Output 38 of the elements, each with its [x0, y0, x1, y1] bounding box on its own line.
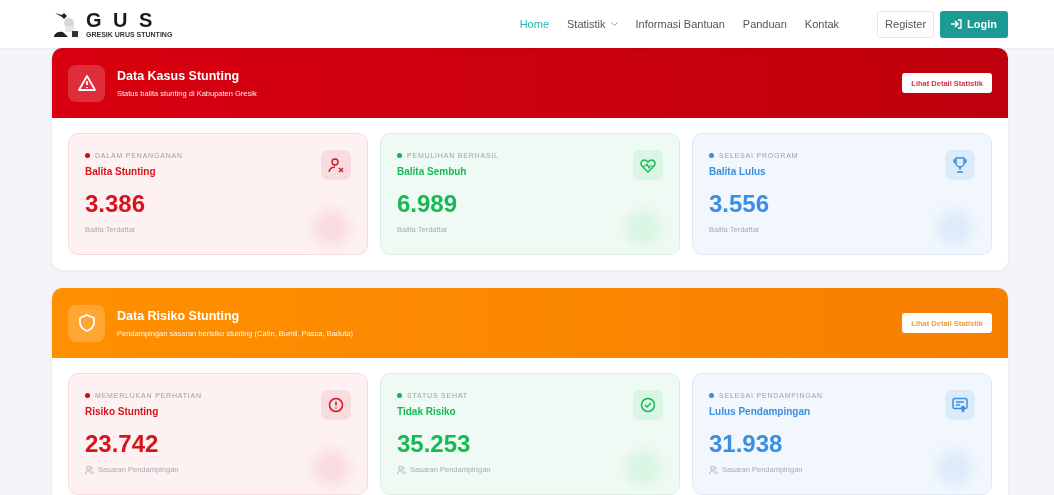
stat-value: 3.556	[709, 191, 771, 217]
login-icon	[951, 19, 963, 29]
card-title: Balita Lulus	[709, 166, 767, 177]
shield-icon	[78, 314, 95, 332]
certificate-icon	[952, 397, 968, 413]
alert-circle-icon	[328, 397, 344, 413]
status-dot	[85, 153, 90, 158]
nav-link[interactable]: Kontak	[804, 18, 840, 30]
stat-value: 6.989	[397, 191, 459, 217]
card-title: Balita Stunting	[85, 166, 157, 177]
card-title: Balita Sembuh	[397, 166, 468, 177]
status-dot	[709, 153, 714, 158]
warning-icon	[77, 75, 96, 91]
stat-value: 23.742	[85, 431, 160, 457]
status-dot	[85, 393, 90, 398]
card-title: Risiko Stunting	[85, 406, 160, 417]
section-title: Data Kasus Stunting	[117, 68, 241, 83]
trophy-icon	[953, 157, 967, 173]
register-button[interactable]: Register	[877, 10, 935, 38]
check-circle-icon	[640, 397, 656, 413]
users-icon	[397, 465, 406, 474]
stat-value: 31.938	[709, 431, 784, 457]
heart-pulse-icon	[640, 157, 656, 173]
nav-link[interactable]: Informasi Bantuan	[635, 18, 725, 30]
nav-link[interactable]: Panduan	[742, 18, 787, 30]
users-icon	[709, 465, 718, 474]
card-title: Tidak Risiko	[397, 406, 457, 417]
section-title: Data Risiko Stunting	[117, 308, 241, 323]
stat-value: 3.386	[85, 191, 147, 217]
status-dot	[397, 153, 402, 158]
card-title: Lulus Pendampingan	[709, 406, 812, 417]
users-icon	[85, 465, 94, 474]
status-dot	[397, 393, 402, 398]
status-dot	[709, 393, 714, 398]
stat-value: 35.253	[397, 431, 472, 457]
user-remove-icon	[328, 157, 344, 173]
brand-title: G U S	[86, 9, 157, 30]
nav-link[interactable]: Statistik	[567, 18, 618, 30]
